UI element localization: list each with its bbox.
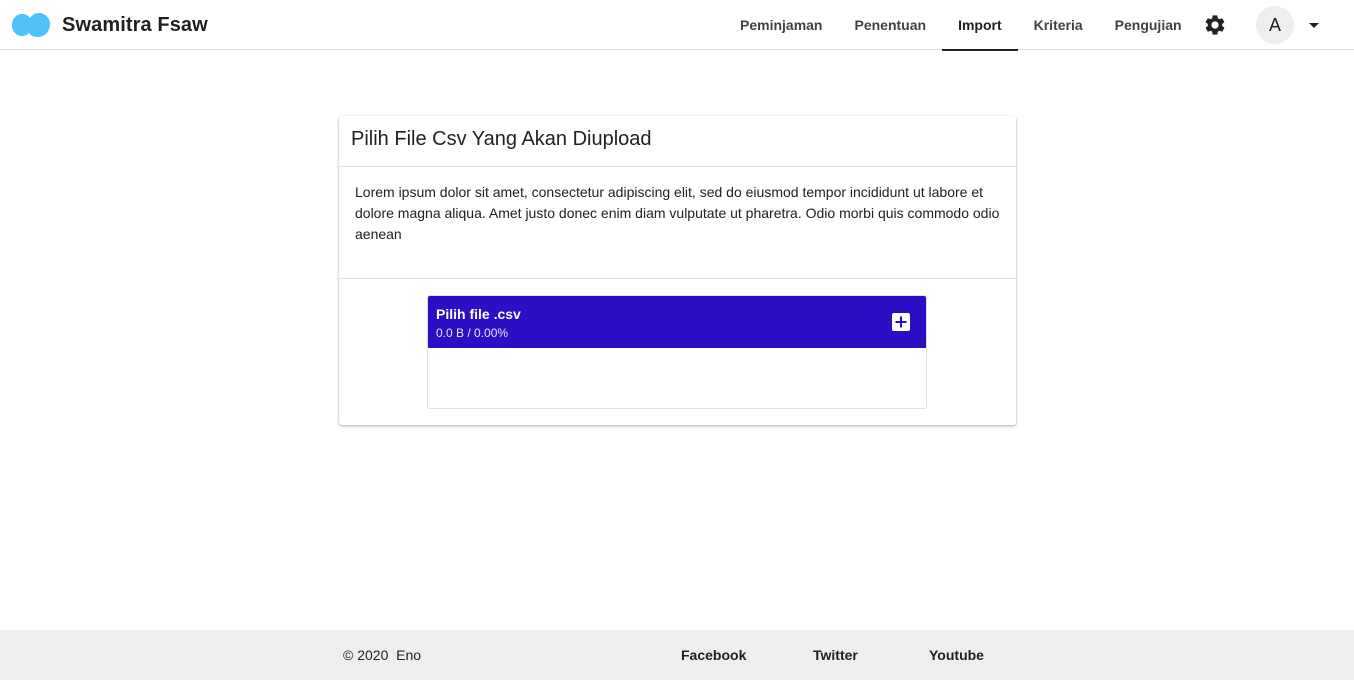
add-box-icon[interactable] [892, 313, 910, 331]
nav-item-kriteria[interactable]: Kriteria [1018, 0, 1099, 50]
footer-link-facebook[interactable]: Facebook [681, 630, 746, 680]
nav-item-import[interactable]: Import [942, 0, 1018, 51]
uploader-label: Pilih file .csv [436, 306, 521, 322]
footer: © 2020 Eno Facebook Twitter Youtube [0, 630, 1354, 680]
nav-item-pengujian[interactable]: Pengujian [1099, 0, 1198, 50]
card-description: Lorem ipsum dolor sit amet, consectetur … [355, 184, 1000, 242]
footer-link-twitter[interactable]: Twitter [813, 630, 858, 680]
nav-item-peminjaman[interactable]: Peminjaman [724, 0, 838, 50]
card-divider-bottom [339, 278, 1016, 279]
nav-item-penentuan[interactable]: Penentuan [838, 0, 942, 50]
brand-title: Swamitra Fsaw [62, 13, 208, 36]
uploader-status: 0.0 B / 0.00% [436, 326, 509, 340]
avatar[interactable]: A [1256, 6, 1294, 44]
gear-icon[interactable] [1203, 13, 1227, 37]
footer-copyright: © 2020 Eno [343, 647, 422, 663]
uploader-header[interactable]: Pilih file .csv 0.0 B / 0.00% [428, 296, 926, 348]
main-nav: Peminjaman Penentuan Import Kriteria Pen… [724, 0, 1198, 51]
card-divider-top [339, 166, 1016, 167]
top-app-bar: Swamitra Fsaw Peminjaman Penentuan Impor… [0, 0, 1354, 51]
caret-down-icon[interactable] [1304, 15, 1324, 35]
cloud-logo-icon [12, 13, 50, 37]
upload-card: Pilih File Csv Yang Akan Diupload Lorem … [339, 116, 1016, 425]
footer-link-youtube[interactable]: Youtube [929, 630, 984, 680]
brand[interactable]: Swamitra Fsaw [12, 0, 208, 50]
csv-uploader[interactable]: Pilih file .csv 0.0 B / 0.00% [427, 295, 927, 409]
card-title: Pilih File Csv Yang Akan Diupload [351, 128, 652, 150]
